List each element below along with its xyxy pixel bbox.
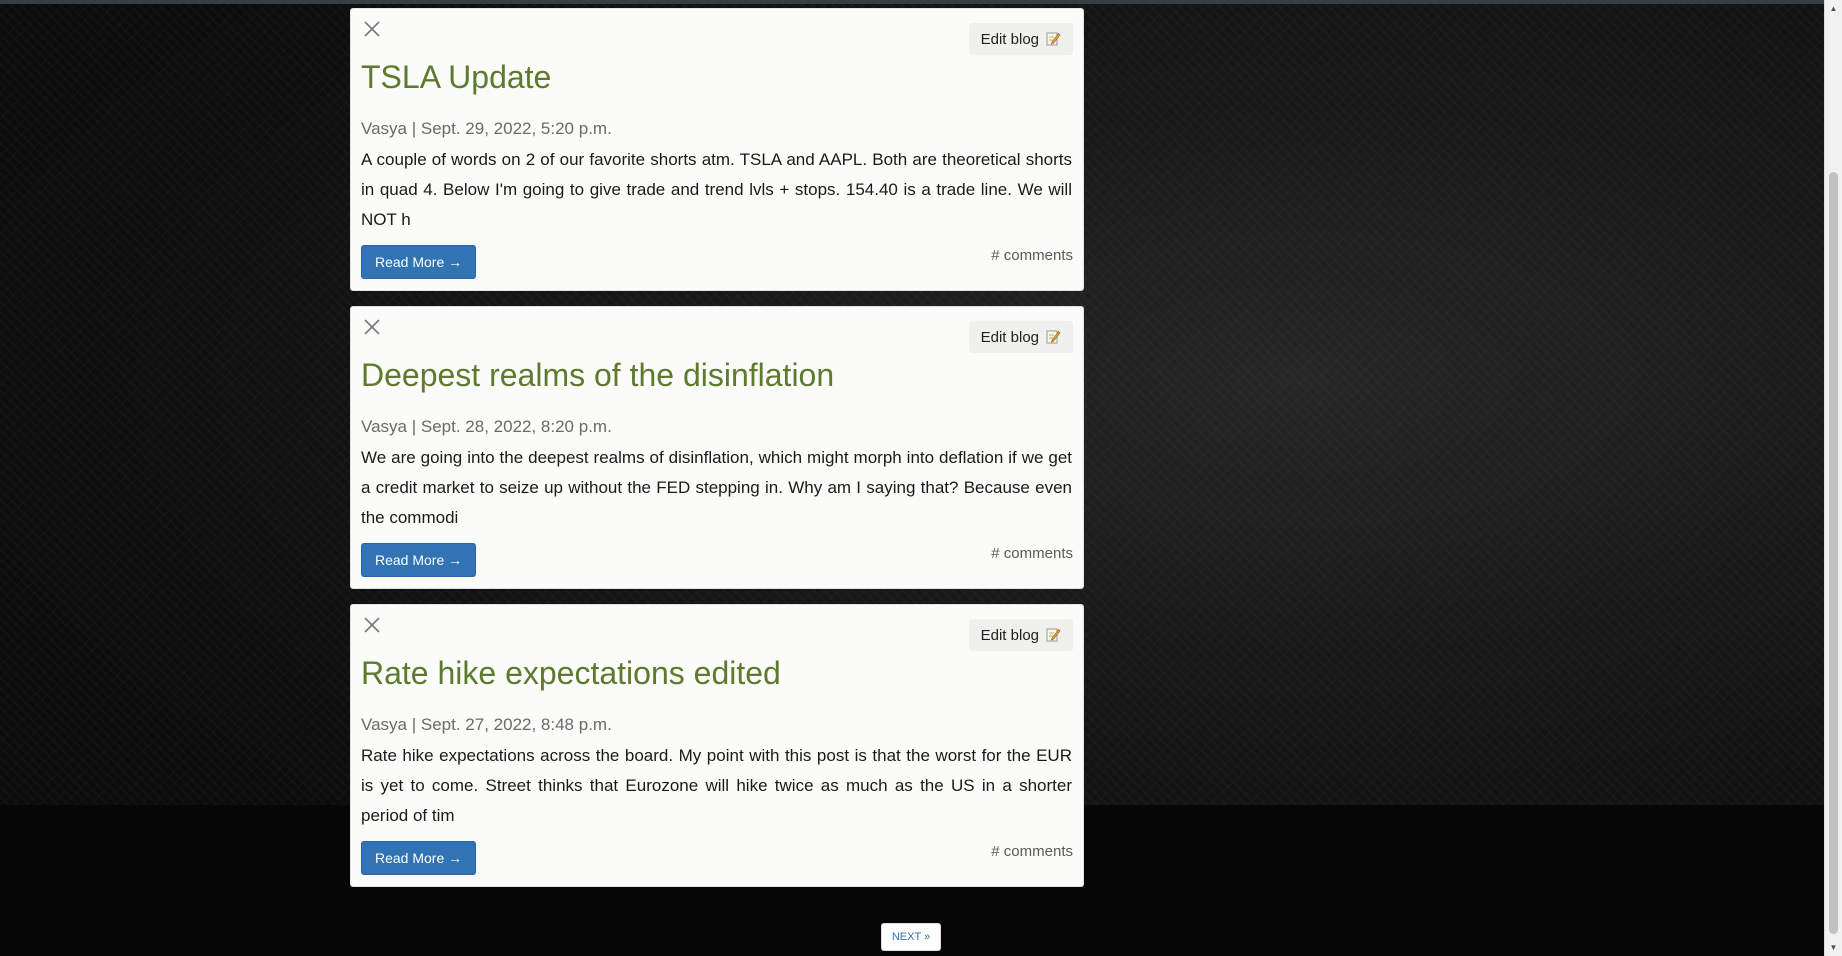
edit-blog-label: Edit blog [980,328,1039,346]
next-page-button[interactable]: NEXT » [881,923,941,951]
post-meta: Vasya | Sept. 29, 2022, 5:20 p.m. [361,119,612,139]
close-icon [364,617,380,633]
post-meta: Vasya | Sept. 27, 2022, 8:48 p.m. [361,715,612,735]
meta-separator: | [411,715,417,734]
read-more-button[interactable]: Read More → [361,245,477,279]
post-title[interactable]: TSLA Update [361,59,551,96]
delete-post-button[interactable] [362,19,382,39]
blog-post-card: Edit blog Deepest realms of the disinfla… [350,306,1084,589]
post-excerpt: We are going into the deepest realms of … [361,448,1072,527]
post-author: Vasya [361,119,407,138]
close-icon [364,21,380,37]
comments-link[interactable]: # comments [991,843,1073,860]
scroll-up-arrow-icon[interactable]: ▲ [1825,0,1842,17]
blog-post-card: Edit blog TSLA Update Vasya | Sept. 29, … [350,8,1084,291]
read-more-button[interactable]: Read More → [361,543,477,577]
post-title[interactable]: Rate hike expectations edited [361,655,781,692]
post-author: Vasya [361,715,407,734]
post-title[interactable]: Deepest realms of the disinflation [361,357,834,394]
close-icon [364,319,380,335]
edit-blog-button[interactable]: Edit blog [968,321,1073,353]
delete-post-button[interactable] [362,615,382,635]
comments-link[interactable]: # comments [991,247,1073,264]
edit-blog-label: Edit blog [980,30,1039,48]
scroll-down-arrow-icon[interactable]: ▼ [1825,939,1842,956]
read-more-button[interactable]: Read More → [361,841,477,875]
edit-blog-label: Edit blog [980,626,1039,644]
memo-pencil-icon [1046,330,1061,344]
memo-pencil-icon [1046,32,1061,46]
scrollbar-thumb[interactable] [1829,172,1838,934]
meta-separator: | [411,417,417,436]
meta-separator: | [411,119,417,138]
post-excerpt: Rate hike expectations across the board.… [361,746,1072,825]
delete-post-button[interactable] [362,317,382,337]
memo-pencil-icon [1046,628,1061,642]
post-author: Vasya [361,417,407,436]
edit-blog-button[interactable]: Edit blog [968,23,1073,55]
post-meta: Vasya | Sept. 28, 2022, 8:20 p.m. [361,417,612,437]
edit-blog-button[interactable]: Edit blog [968,619,1073,651]
post-date: Sept. 27, 2022, 8:48 p.m. [420,715,612,734]
comments-link[interactable]: # comments [991,545,1073,562]
post-date: Sept. 29, 2022, 5:20 p.m. [420,119,612,138]
vertical-scrollbar[interactable]: ▲ ▼ [1824,0,1842,956]
top-edge [0,0,1824,4]
blog-post-card: Edit blog Rate hike expectations edited … [350,604,1084,887]
post-excerpt: A couple of words on 2 of our favorite s… [361,150,1072,229]
post-date: Sept. 28, 2022, 8:20 p.m. [420,417,612,436]
